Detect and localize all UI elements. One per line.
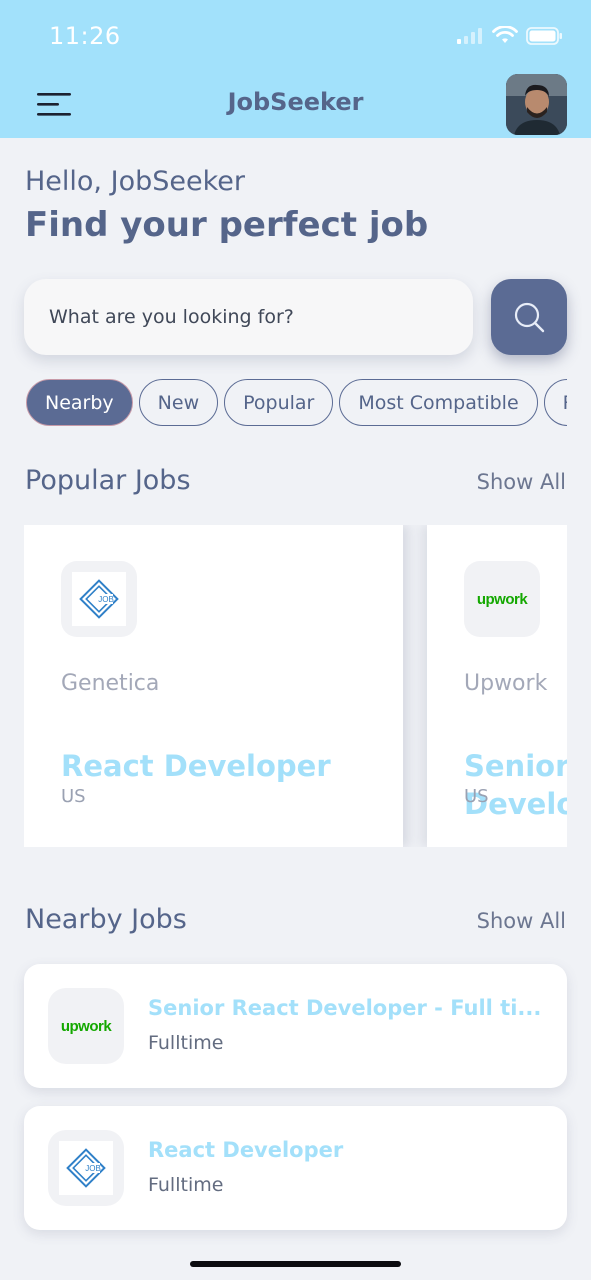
status-time: 11:26 xyxy=(49,22,121,50)
filter-chip-r[interactable]: R xyxy=(543,379,567,426)
search-button[interactable] xyxy=(491,279,567,355)
job-role: Senior R Develop xyxy=(464,747,567,823)
page-headline: Find your perfect job xyxy=(25,205,429,245)
filter-chip-popular[interactable]: Popular xyxy=(224,379,334,426)
search-input[interactable] xyxy=(49,306,449,328)
job-logo-icon: JOB xyxy=(72,572,126,626)
job-title: React Developer xyxy=(148,1138,344,1162)
user-avatar[interactable] xyxy=(506,74,567,135)
filter-chips: Nearby New Popular Most Compatible R xyxy=(26,379,567,427)
nearby-job-card[interactable]: JOB React Developer Fulltime xyxy=(24,1106,567,1230)
job-location: US xyxy=(61,786,86,807)
signal-icon xyxy=(457,28,482,44)
popular-jobs-carousel[interactable]: JOB Genetica React Developer US upwork U… xyxy=(24,525,567,847)
job-title: Senior React Developer - Full ti... xyxy=(148,996,542,1020)
job-logo-text: JOB xyxy=(85,1164,101,1173)
job-role-line: Senior R xyxy=(464,749,567,783)
job-type: Fulltime xyxy=(148,1032,224,1054)
company-name: Upwork xyxy=(464,671,548,696)
battery-icon xyxy=(526,27,562,45)
company-logo: upwork xyxy=(48,988,124,1064)
nearby-jobs-show-all[interactable]: Show All xyxy=(477,909,566,933)
company-logo: upwork xyxy=(464,561,540,637)
company-logo: JOB xyxy=(48,1130,124,1206)
top-header: 11:26 JobSeeker xyxy=(0,0,591,138)
svg-text:JOB: JOB xyxy=(98,595,114,604)
job-role: React Developer xyxy=(61,749,331,783)
job-logo-icon: JOB xyxy=(59,1141,113,1195)
company-logo: JOB xyxy=(61,561,137,637)
popular-job-card[interactable]: JOB Genetica React Developer US xyxy=(24,525,403,847)
upwork-logo: upwork xyxy=(60,1017,112,1035)
search-field[interactable] xyxy=(24,279,473,355)
popular-jobs-title: Popular Jobs xyxy=(25,465,191,496)
popular-job-card[interactable]: upwork Upwork Senior R Develop US xyxy=(427,525,567,847)
job-type: Fulltime xyxy=(148,1174,224,1196)
greeting-text: Hello, JobSeeker xyxy=(25,166,245,197)
filter-chip-most-compatible[interactable]: Most Compatible xyxy=(339,379,538,426)
home-indicator xyxy=(190,1261,401,1267)
nearby-job-card[interactable]: upwork Senior React Developer - Full ti.… xyxy=(24,964,567,1088)
filter-chip-new[interactable]: New xyxy=(138,379,219,426)
search-icon xyxy=(514,302,545,333)
popular-jobs-show-all[interactable]: Show All xyxy=(477,470,566,494)
app-title: JobSeeker xyxy=(227,88,364,116)
company-name: Genetica xyxy=(61,671,160,696)
nearby-jobs-title: Nearby Jobs xyxy=(25,904,187,935)
job-location: US xyxy=(464,786,489,807)
filter-chip-nearby[interactable]: Nearby xyxy=(26,379,133,426)
wifi-icon xyxy=(492,26,518,43)
upwork-logo: upwork xyxy=(476,590,528,608)
status-icons xyxy=(456,26,564,46)
